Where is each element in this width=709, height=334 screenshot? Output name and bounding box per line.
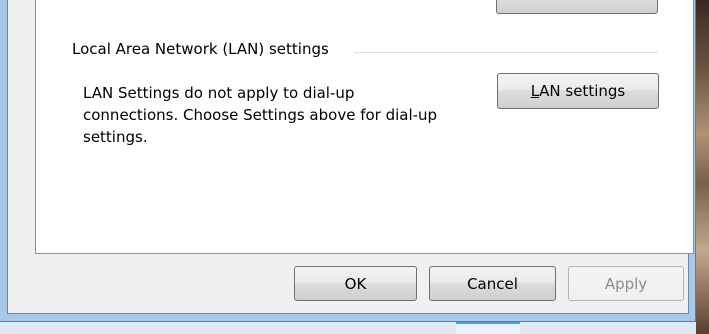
lan-settings-mnemonic: L — [530, 82, 540, 100]
ok-button[interactable]: OK — [294, 266, 417, 301]
desktop-background-strip — [696, 0, 709, 334]
cancel-button[interactable]: Cancel — [429, 266, 556, 301]
taskbar-strip — [0, 322, 696, 334]
lan-settings-label: AN settings — [539, 82, 626, 100]
lan-description: LAN Settings do not apply to dial-up con… — [83, 82, 483, 148]
taskbar-item-highlight — [456, 322, 520, 334]
lan-description-line-3: settings. — [83, 128, 148, 146]
apply-button[interactable]: Apply — [568, 266, 684, 301]
lan-description-line-2: connections. Choose Settings above for d… — [83, 106, 438, 124]
internet-options-dialog: Local Area Network (LAN) settings LAN Se… — [7, 0, 694, 314]
connections-tab-panel: Local Area Network (LAN) settings LAN Se… — [35, 0, 694, 254]
section-divider — [354, 52, 658, 53]
lan-settings-button[interactable]: L AN settings — [497, 73, 659, 109]
lan-section-title: Local Area Network (LAN) settings — [72, 40, 329, 58]
lan-description-line-1: LAN Settings do not apply to dial-up — [83, 84, 355, 102]
settings-button-partial[interactable] — [496, 0, 658, 14]
screen: { "lan_section": { "title": "Local Area … — [0, 0, 709, 334]
